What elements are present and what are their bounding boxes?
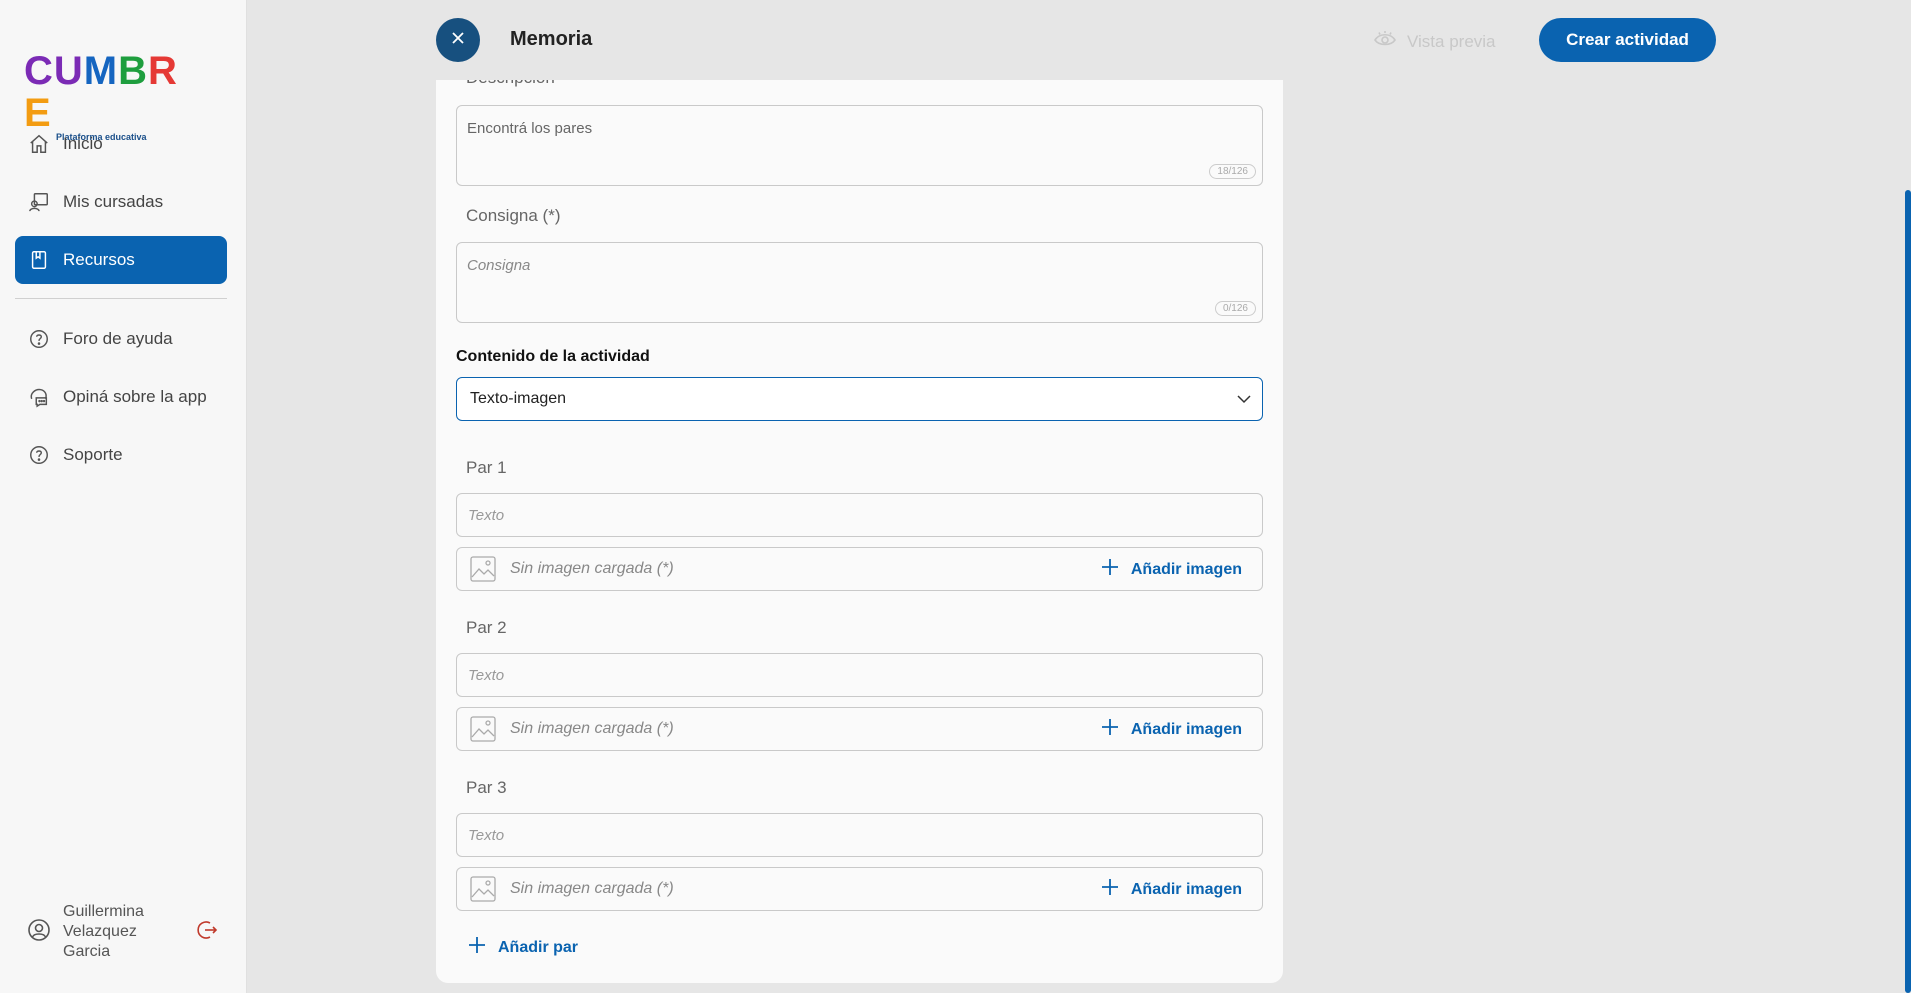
image-placeholder-icon (469, 715, 497, 743)
sidebar-item-soporte[interactable]: Soporte (15, 431, 227, 479)
cumbre-logo[interactable]: CUMBRE Plataforma educativa (24, 49, 184, 142)
add-pair-label: Añadir par (498, 938, 579, 956)
image-placeholder-icon (469, 555, 497, 583)
pair-1-text-input[interactable]: Texto (456, 493, 1263, 537)
pair-3-image-row: Sin imagen cargada (*) Añadir imagen (456, 867, 1263, 911)
sidebar-item-inicio[interactable]: Inicio (15, 120, 227, 168)
image-status: Sin imagen cargada (*) (510, 720, 674, 737)
primary-nav: Inicio Mis cursadas Recursos (15, 120, 227, 294)
pair-2-text-input[interactable]: Texto (456, 653, 1263, 697)
sidebar-item-mis-cursadas[interactable]: Mis cursadas (15, 178, 227, 226)
sidebar-item-label: Soporte (63, 445, 123, 464)
description-counter: 18/126 (1209, 164, 1256, 179)
sidebar-item-label: Inicio (63, 134, 103, 153)
chat-icon (27, 385, 51, 409)
help-circle-icon (27, 443, 51, 467)
add-image-label: Añadir imagen (1130, 720, 1242, 738)
sidebar-item-label: Opiná sobre la app (63, 387, 207, 406)
pair-1-image-row: Sin imagen cargada (*) Añadir imagen (456, 547, 1263, 591)
sidebar-divider (15, 298, 227, 299)
instruction-field[interactable]: Consigna 0/126 (456, 242, 1263, 323)
logo-letter: C (24, 49, 54, 93)
logo-letter: M (83, 49, 119, 93)
add-image-button[interactable]: Añadir imagen (1101, 558, 1242, 581)
user-profile: Guillermina Velazquez Garcia (27, 902, 227, 962)
description-value: Encontrá los pares (467, 120, 593, 137)
home-icon (27, 132, 51, 156)
plus-icon (1101, 878, 1119, 901)
image-status: Sin imagen cargada (*) (510, 560, 674, 577)
secondary-nav: Foro de ayuda Opiná sobre la app Soporte (15, 315, 227, 489)
description-field[interactable]: Encontrá los pares 18/126 (456, 105, 1263, 186)
plus-icon (1101, 558, 1119, 581)
eye-icon (1373, 29, 1397, 54)
activity-form: Descripción Encontrá los pares 18/126 Co… (436, 80, 1283, 983)
description-label: Descripción (466, 80, 555, 88)
image-status: Sin imagen cargada (*) (510, 880, 674, 897)
plus-icon (1101, 718, 1119, 741)
logo-letter: B (118, 49, 148, 93)
pair-3-label: Par 3 (466, 778, 507, 797)
logo-letter: R (148, 49, 178, 93)
sidebar-item-opina[interactable]: Opiná sobre la app (15, 373, 227, 421)
instruction-label: Consigna (*) (466, 206, 561, 225)
content-type-value: Texto-imagen (470, 390, 567, 407)
add-image-label: Añadir imagen (1130, 560, 1242, 578)
add-pair-button[interactable]: Añadir par (468, 936, 578, 959)
add-image-button[interactable]: Añadir imagen (1101, 718, 1242, 741)
courses-icon (27, 190, 51, 214)
add-image-label: Añadir imagen (1130, 880, 1242, 898)
close-button[interactable] (436, 18, 480, 62)
instruction-counter: 0/126 (1214, 301, 1256, 316)
image-placeholder-icon (469, 875, 497, 903)
user-name: Guillermina Velazquez Garcia (63, 903, 144, 960)
sidebar-item-recursos[interactable]: Recursos (15, 236, 227, 284)
pair-1-label: Par 1 (466, 458, 507, 477)
sidebar-item-foro[interactable]: Foro de ayuda (15, 315, 227, 363)
add-image-button[interactable]: Añadir imagen (1101, 878, 1242, 901)
help-circle-icon (27, 327, 51, 351)
create-activity-button[interactable]: Crear actividad (1539, 18, 1716, 62)
preview-label: Vista previa (1407, 31, 1496, 51)
pair-2-image-row: Sin imagen cargada (*) Añadir imagen (456, 707, 1263, 751)
user-avatar-icon (27, 918, 51, 947)
content-label: Contenido de la actividad (456, 348, 650, 365)
preview-button[interactable]: Vista previa (1373, 29, 1496, 54)
page-scrollbar[interactable] (1905, 190, 1911, 993)
book-icon (27, 248, 51, 272)
close-icon (450, 30, 466, 51)
instruction-placeholder: Consigna (467, 257, 531, 274)
sidebar: CUMBRE Plataforma educativa Inicio Mis c… (0, 0, 247, 993)
content-type-select[interactable]: Texto-imagen (456, 377, 1263, 421)
page-title: Memoria (510, 28, 593, 50)
sidebar-item-label: Mis cursadas (63, 192, 164, 211)
sidebar-item-label: Recursos (63, 250, 135, 269)
pair-3-text-input[interactable]: Texto (456, 813, 1263, 857)
logout-icon[interactable] (195, 918, 219, 947)
plus-icon (468, 936, 486, 959)
pair-2-label: Par 2 (466, 618, 507, 637)
sidebar-item-label: Foro de ayuda (63, 329, 173, 348)
chevron-down-icon (1236, 391, 1252, 412)
logo-letter: U (53, 49, 84, 93)
